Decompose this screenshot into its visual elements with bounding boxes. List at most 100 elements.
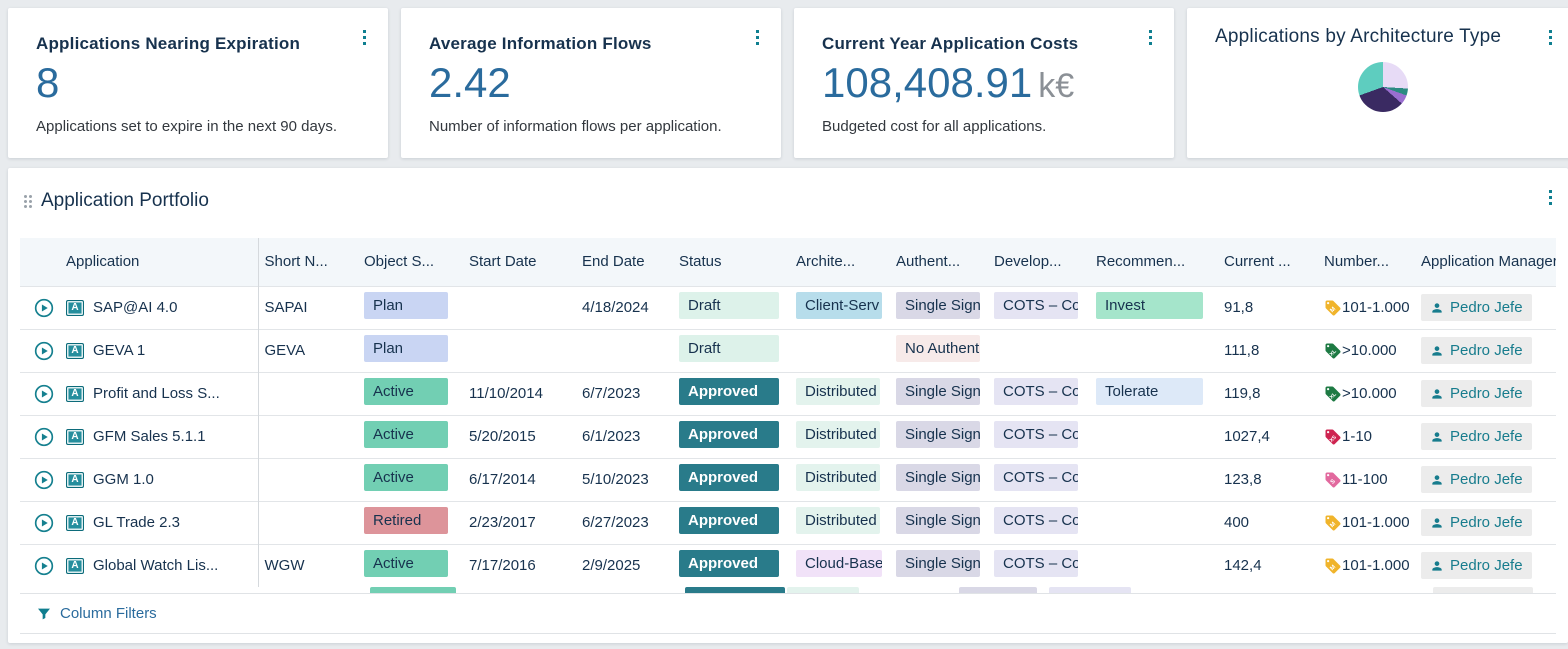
- application-name[interactable]: GEVA 1: [93, 342, 145, 359]
- end-date: 5/10/2023: [576, 458, 673, 501]
- drag-handle-icon[interactable]: [24, 195, 32, 208]
- application-name[interactable]: GFM Sales 5.1.1: [93, 428, 206, 445]
- end-date: 4/18/2024: [576, 286, 673, 329]
- card-average-information-flows: Average Information Flows 2.42 Number of…: [401, 8, 781, 158]
- panel-menu-icon[interactable]: [1549, 190, 1552, 205]
- object-state-badge: Retired: [364, 507, 448, 534]
- application-icon: A: [66, 429, 84, 445]
- card-title: Applications by Architecture Type: [1215, 26, 1550, 48]
- architecture-badge: Distributed: [796, 378, 880, 405]
- play-icon[interactable]: [34, 513, 54, 533]
- col-header-application[interactable]: Application: [60, 238, 258, 286]
- table-row[interactable]: AProfit and Loss S... Active 11/10/2014 …: [20, 372, 1556, 415]
- short-name: GEVA: [258, 329, 358, 372]
- card-title: Applications Nearing Expiration: [36, 34, 364, 54]
- col-header-start-date[interactable]: Start Date: [463, 238, 576, 286]
- object-state-badge: Active: [364, 421, 448, 448]
- authentication-badge: Single Sign: [896, 550, 980, 577]
- object-state-badge: Plan: [364, 335, 448, 362]
- col-header-application-manager[interactable]: Application Manager: [1415, 238, 1556, 286]
- kpi-unit: k€: [1038, 67, 1074, 105]
- col-header-status[interactable]: Status: [673, 238, 790, 286]
- col-header-development[interactable]: Develop...: [988, 238, 1090, 286]
- start-date: 2/23/2017: [463, 501, 576, 544]
- play-icon[interactable]: [34, 384, 54, 404]
- filter-funnel-icon: [36, 606, 52, 622]
- panel-title: Application Portfolio: [41, 190, 209, 212]
- play-icon[interactable]: [34, 470, 54, 490]
- table-row[interactable]: AGEVA 1 GEVA Plan Draft No Authent 111,8…: [20, 329, 1556, 372]
- architecture-badge: Distributed: [796, 507, 880, 534]
- person-icon: [1430, 473, 1444, 487]
- size-tag-icon: M: [1324, 514, 1342, 532]
- application-name[interactable]: Profit and Loss S...: [93, 385, 220, 402]
- person-icon: [1430, 301, 1444, 315]
- application-name[interactable]: Global Watch Lis...: [93, 557, 218, 574]
- application-name[interactable]: SAP@AI 4.0: [93, 299, 177, 316]
- application-manager-chip[interactable]: Pedro Jefe: [1421, 294, 1532, 321]
- architecture-badge: Distributed: [796, 421, 880, 448]
- card-menu-icon[interactable]: [1549, 30, 1552, 45]
- kpi-description: Budgeted cost for all applications.: [822, 118, 1150, 135]
- table-row[interactable]: AGlobal Watch Lis... WGW Active 7/17/201…: [20, 544, 1556, 587]
- kpi-value: 2.42: [429, 62, 757, 104]
- col-header-number[interactable]: Number...: [1318, 238, 1415, 286]
- current-value: 142,4: [1218, 544, 1318, 587]
- users-range: >10.000: [1342, 385, 1397, 402]
- current-value: 111,8: [1218, 329, 1318, 372]
- col-header-short-name[interactable]: Short N...: [258, 238, 358, 286]
- authentication-badge: Single Sign: [896, 507, 980, 534]
- col-header-current[interactable]: Current ...: [1218, 238, 1318, 286]
- application-name[interactable]: GGM 1.0: [93, 471, 154, 488]
- authentication-badge: Single Sign: [896, 421, 980, 448]
- column-filters-label[interactable]: Column Filters: [60, 605, 157, 622]
- play-icon[interactable]: [34, 341, 54, 361]
- card-applications-by-architecture-type: Applications by Architecture Type: [1187, 8, 1568, 158]
- col-header-end-date[interactable]: End Date: [576, 238, 673, 286]
- col-header-object-state[interactable]: Object S...: [358, 238, 463, 286]
- table-row[interactable]: AGFM Sales 5.1.1 Active 5/20/2015 6/1/20…: [20, 415, 1556, 458]
- card-menu-icon[interactable]: [756, 30, 759, 45]
- size-tag-icon: XS: [1324, 428, 1342, 446]
- application-manager-chip[interactable]: Pedro Jefe: [1421, 509, 1532, 536]
- short-name: [258, 458, 358, 501]
- portfolio-table: Application Short N... Object S... Start…: [20, 238, 1556, 587]
- start-date: 6/17/2014: [463, 458, 576, 501]
- end-date: 6/1/2023: [576, 415, 673, 458]
- card-menu-icon[interactable]: [363, 30, 366, 45]
- application-manager-chip[interactable]: Pedro Jefe: [1421, 380, 1532, 407]
- col-header-architecture[interactable]: Archite...: [790, 238, 890, 286]
- application-manager-chip[interactable]: Pedro Jefe: [1421, 552, 1532, 579]
- card-menu-icon[interactable]: [1149, 30, 1152, 45]
- application-manager-chip[interactable]: Pedro Jefe: [1421, 466, 1532, 493]
- short-name: [258, 415, 358, 458]
- current-value: 1027,4: [1218, 415, 1318, 458]
- development-badge: COTS – Cor: [994, 421, 1078, 448]
- col-header-authentication[interactable]: Authent...: [890, 238, 988, 286]
- play-icon[interactable]: [34, 556, 54, 576]
- application-manager-chip[interactable]: Pedro Jefe: [1421, 423, 1532, 450]
- development-badge: COTS – Cor: [994, 378, 1078, 405]
- end-date: [576, 329, 673, 372]
- kpi-value: 108,408.91k€: [822, 62, 1150, 104]
- short-name: [258, 372, 358, 415]
- current-value: 123,8: [1218, 458, 1318, 501]
- kpi-cards-row: Applications Nearing Expiration 8 Applic…: [8, 8, 1568, 158]
- person-icon: [1430, 559, 1444, 573]
- size-tag-icon: S: [1324, 471, 1342, 489]
- col-header-recommendation[interactable]: Recommen...: [1090, 238, 1218, 286]
- status-badge: Draft: [679, 335, 779, 362]
- application-portfolio-panel: Application Portfolio Application Short …: [8, 168, 1568, 643]
- play-icon[interactable]: [34, 298, 54, 318]
- authentication-badge: No Authent: [896, 335, 980, 362]
- application-name[interactable]: GL Trade 2.3: [93, 514, 180, 531]
- application-manager-chip[interactable]: Pedro Jefe: [1421, 337, 1532, 364]
- table-row[interactable]: AGGM 1.0 Active 6/17/2014 5/10/2023 Appr…: [20, 458, 1556, 501]
- status-badge: Approved: [679, 464, 779, 491]
- size-tag-icon: XL: [1324, 342, 1342, 360]
- column-filters-bar[interactable]: Column Filters: [20, 594, 1556, 634]
- table-row[interactable]: AGL Trade 2.3 Retired 2/23/2017 6/27/202…: [20, 501, 1556, 544]
- start-date: 7/17/2016: [463, 544, 576, 587]
- table-row[interactable]: ASAP@AI 4.0 SAPAI Plan 4/18/2024 Draft C…: [20, 286, 1556, 329]
- play-icon[interactable]: [34, 427, 54, 447]
